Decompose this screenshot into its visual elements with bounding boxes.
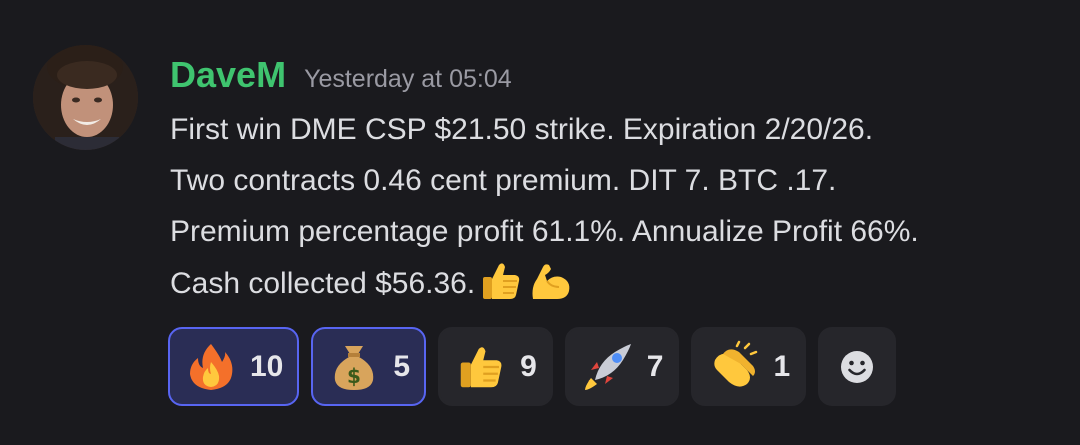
reaction-count: 7 [646, 349, 664, 383]
thumbs-up-icon [483, 263, 520, 299]
rocket-icon [584, 343, 631, 390]
user-avatar[interactable] [33, 45, 138, 150]
svg-text:$: $ [347, 364, 361, 388]
message-content: First win DME CSP $21.50 strike. Expirat… [170, 104, 1060, 309]
message-line-last: Cash collected $56.36. [170, 257, 1060, 309]
reaction-count: 1 [773, 349, 791, 383]
flexed-biceps-icon [532, 264, 570, 299]
message-line: Premium percentage profit 61.1%. Annuali… [170, 215, 919, 248]
avatar-photo [33, 45, 138, 150]
message-line: First win DME CSP $21.50 strike. Expirat… [170, 113, 874, 146]
timestamp[interactable]: Yesterday at 05:04 [304, 65, 512, 94]
message-header: DaveM Yesterday at 05:04 [170, 54, 512, 96]
username[interactable]: DaveM [170, 54, 286, 96]
reactions-bar: 10 $ 5 9 7 1 [168, 327, 897, 406]
thumbs-up-icon [460, 346, 502, 387]
message-line-text: Cash collected $56.36. [170, 267, 476, 300]
message-line: Two contracts 0.46 cent premium. DIT 7. … [170, 164, 837, 197]
chat-message: DaveM Yesterday at 05:04 First win DME C… [0, 0, 1080, 445]
reaction-count: 5 [393, 349, 411, 383]
clapping-hands-icon [714, 340, 758, 387]
reaction-count: 9 [520, 349, 537, 383]
reaction-count: 10 [250, 349, 284, 383]
reaction-clapping-hands[interactable]: 1 [691, 327, 807, 406]
reaction-rocket[interactable]: 7 [564, 327, 680, 406]
fire-icon [190, 343, 233, 390]
reaction-fire[interactable]: 10 [168, 327, 300, 406]
reaction-money-bag[interactable]: $ 5 [311, 327, 427, 406]
add-reaction-button[interactable] [818, 327, 897, 406]
money-bag-icon: $ [335, 345, 374, 390]
smiley-add-reaction-icon [841, 350, 874, 383]
reaction-thumbs-up[interactable]: 9 [438, 327, 553, 406]
